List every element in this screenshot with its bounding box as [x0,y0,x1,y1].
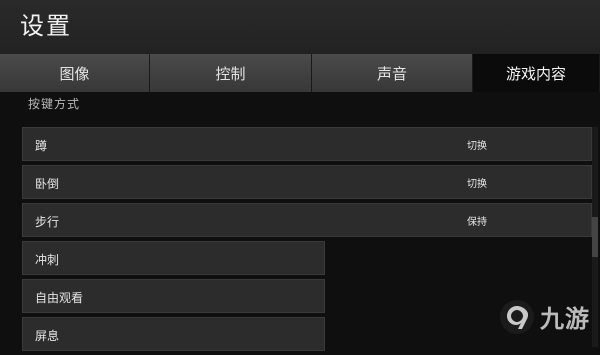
nine-game-logo-icon [500,299,534,334]
tab-game-content[interactable]: 游戏内容 [473,54,600,92]
setting-label: 蹲 [35,139,48,153]
setting-value[interactable]: 保持 [467,213,487,228]
section-label: 按键方式 [28,97,81,111]
setting-row-sprint[interactable]: 冲刺 [22,241,325,275]
page-title: 设置 [20,12,72,40]
setting-row-walk[interactable]: 步行 保持 [22,203,592,237]
setting-label: 步行 [35,215,60,229]
setting-value[interactable]: 切换 [467,175,487,190]
watermark-text: 九游 [540,305,590,333]
setting-row-hold-breath[interactable]: 屏息 [22,317,325,351]
settings-tabs: 图像 控制 声音 游戏内容 [0,54,600,92]
setting-label: 卧倒 [35,177,60,191]
setting-row-freelook[interactable]: 自由观看 [22,279,325,313]
tab-graphics[interactable]: 图像 [0,54,150,92]
setting-label: 自由观看 [35,291,84,305]
title-bar: 设置 [0,0,600,54]
setting-row-crouch[interactable]: 蹲 切换 [22,127,592,161]
setting-value[interactable]: 切换 [467,137,487,152]
setting-label: 冲刺 [35,253,60,267]
scrollbar[interactable] [592,127,598,347]
watermark: 九游 [500,299,590,334]
setting-row-prone[interactable]: 卧倒 切换 [22,165,592,199]
tab-controls[interactable]: 控制 [150,54,312,92]
scrollbar-thumb[interactable] [592,217,598,257]
tab-sound[interactable]: 声音 [312,54,473,92]
setting-label: 屏息 [35,329,60,343]
